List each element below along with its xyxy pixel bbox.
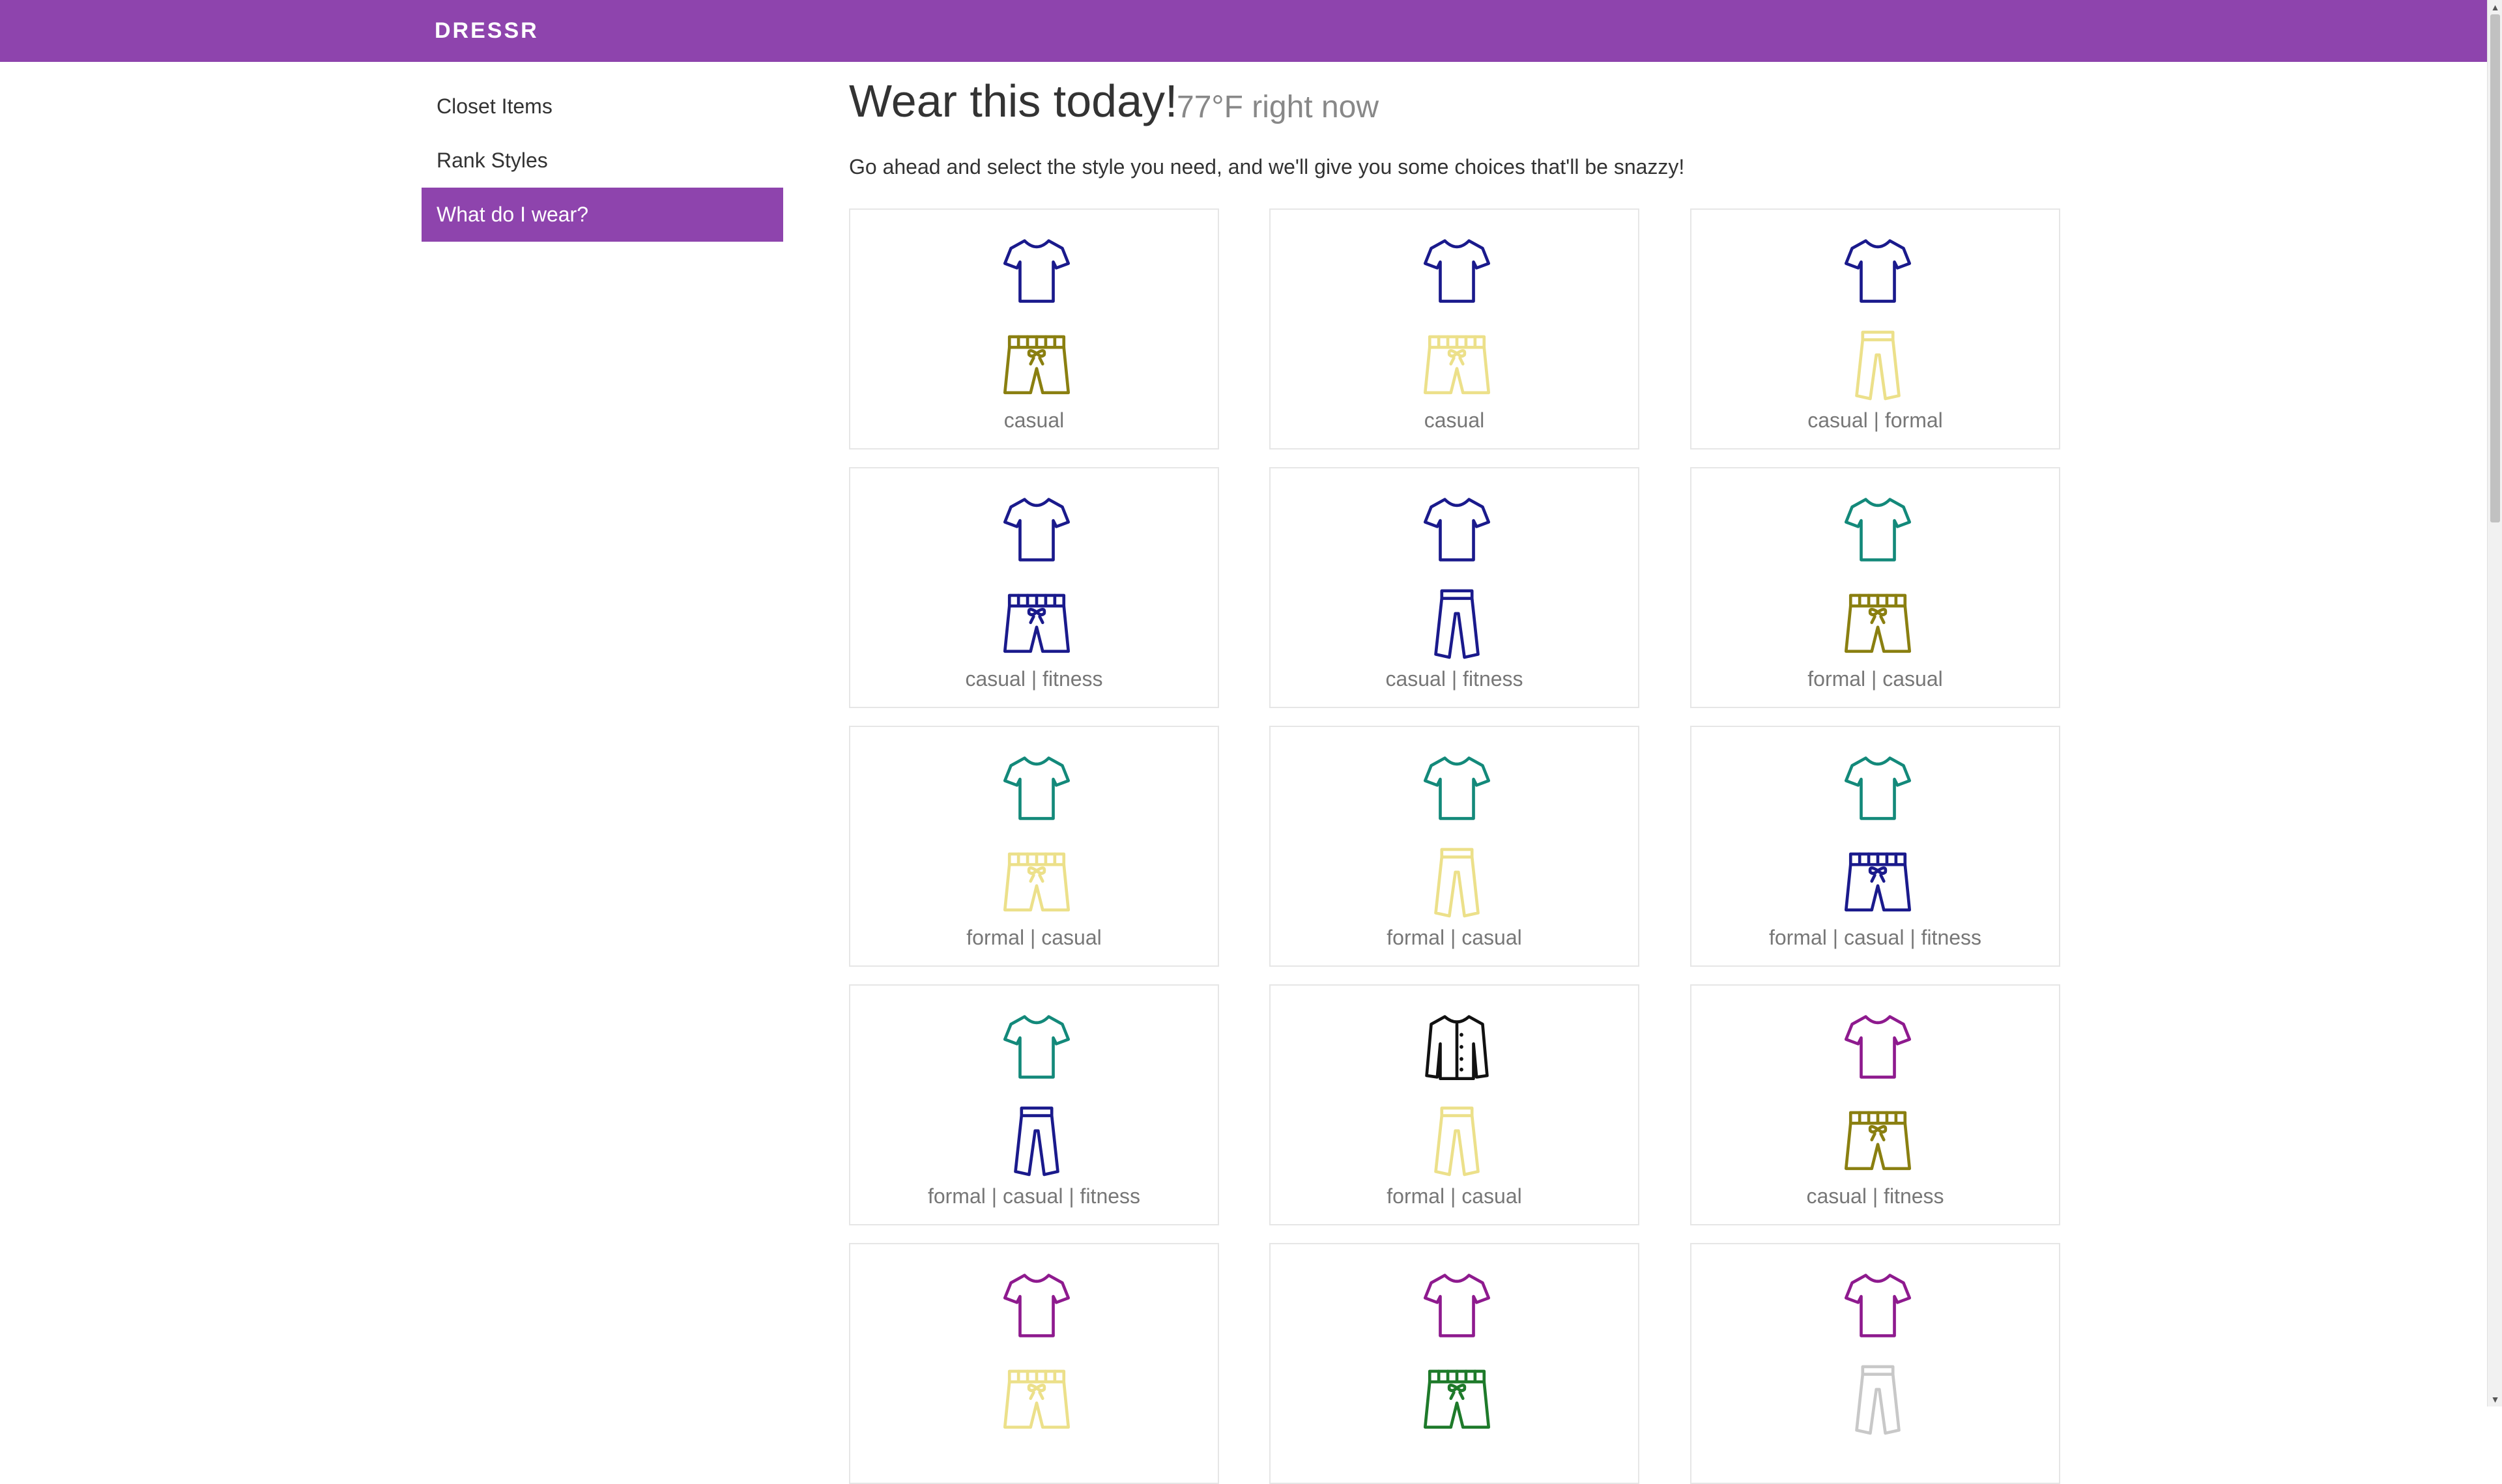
sidebar-item-closet-items[interactable]: Closet Items — [422, 79, 783, 134]
pants-icon — [1855, 330, 1901, 401]
outfit-card[interactable] — [1269, 1243, 1639, 1484]
tshirt-icon — [1423, 1274, 1491, 1337]
outfit-style-label: formal | casual | fitness — [927, 1184, 1141, 1208]
outfit-card[interactable]: casual | fitness — [1690, 984, 2060, 1225]
jacket-icon — [1425, 1015, 1489, 1081]
outfit-style-label: formal | casual — [966, 926, 1102, 949]
pants-icon — [1434, 589, 1480, 659]
tshirt-icon — [1844, 498, 1912, 562]
outfit-style-label: casual — [1424, 408, 1485, 432]
scroll-up-arrow-icon[interactable]: ▲ — [2490, 1, 2500, 13]
outfit-card[interactable]: casual — [849, 208, 1219, 449]
brand-logo[interactable]: DRESSR — [435, 0, 539, 62]
shorts-icon — [1844, 593, 1912, 653]
outfit-style-label: formal | casual — [1387, 926, 1522, 949]
tshirt-icon — [1003, 756, 1071, 820]
page-scrollbar[interactable]: ▲ ▼ — [2487, 0, 2502, 1406]
page-title: Wear this today! — [849, 76, 1178, 126]
tshirt-icon — [1844, 1274, 1912, 1337]
temperature-readout: 77°F right now — [1177, 90, 1379, 124]
outfit-card[interactable]: formal | casual — [1269, 984, 1639, 1225]
outfit-style-label: casual | formal — [1807, 408, 1943, 432]
outfit-card[interactable]: formal | casual | fitness — [849, 984, 1219, 1225]
shorts-icon — [1423, 1369, 1491, 1429]
tshirt-icon — [1003, 239, 1071, 303]
shorts-icon — [1003, 852, 1071, 912]
shorts-icon — [1423, 335, 1491, 395]
outfit-card[interactable]: formal | casual — [1690, 467, 2060, 708]
tshirt-icon — [1423, 756, 1491, 820]
page-heading: Wear this today! 77°F right now — [849, 68, 2282, 140]
outfit-style-label: formal | casual — [1387, 1184, 1522, 1208]
sidebar-item-what-do-i-wear[interactable]: What do I wear? — [422, 188, 783, 242]
tshirt-icon — [1844, 1015, 1912, 1079]
outfit-style-label: casual — [1003, 408, 1065, 432]
outfit-style-label: formal | casual — [1807, 667, 1943, 691]
outfit-style-label: casual | fitness — [1385, 667, 1523, 691]
outfit-card[interactable]: casual | formal — [1690, 208, 2060, 449]
tshirt-icon — [1003, 1274, 1071, 1337]
main-content: Wear this today! 77°F right now Go ahead… — [849, 68, 2282, 1484]
scrollbar-thumb[interactable] — [2490, 14, 2500, 522]
outfit-style-label: formal | casual | fitness — [1768, 926, 1982, 949]
outfit-card[interactable]: formal | casual — [849, 726, 1219, 967]
tshirt-icon — [1844, 756, 1912, 820]
shorts-icon — [1844, 1111, 1912, 1171]
tshirt-icon — [1844, 239, 1912, 303]
pants-icon — [1855, 1365, 1901, 1435]
tshirt-icon — [1003, 1015, 1071, 1079]
outfit-card[interactable]: formal | casual — [1269, 726, 1639, 967]
outfit-style-label: casual | fitness — [965, 667, 1103, 691]
outfit-style-label: casual | fitness — [1806, 1184, 1944, 1208]
pants-icon — [1434, 1106, 1480, 1177]
outfit-card[interactable] — [849, 1243, 1219, 1484]
tshirt-icon — [1423, 239, 1491, 303]
outfit-card[interactable]: casual | fitness — [1269, 467, 1639, 708]
scroll-down-arrow-icon[interactable]: ▼ — [2490, 1393, 2500, 1405]
tshirt-icon — [1423, 498, 1491, 562]
intro-text: Go ahead and select the style you need, … — [849, 155, 1685, 178]
pants-icon — [1434, 848, 1480, 918]
sidebar-item-rank-styles[interactable]: Rank Styles — [422, 134, 783, 188]
shorts-icon — [1844, 852, 1912, 912]
outfit-card[interactable]: casual — [1269, 208, 1639, 449]
sidebar-nav: Closet Items Rank Styles What do I wear? — [422, 79, 783, 242]
shorts-icon — [1003, 335, 1071, 395]
shorts-icon — [1003, 1369, 1071, 1429]
outfit-card[interactable]: casual | fitness — [849, 467, 1219, 708]
outfit-card[interactable]: formal | casual | fitness — [1690, 726, 2060, 967]
top-navbar: DRESSR — [0, 0, 2487, 62]
shorts-icon — [1003, 593, 1071, 653]
tshirt-icon — [1003, 498, 1071, 562]
pants-icon — [1014, 1106, 1059, 1177]
outfit-card[interactable] — [1690, 1243, 2060, 1484]
